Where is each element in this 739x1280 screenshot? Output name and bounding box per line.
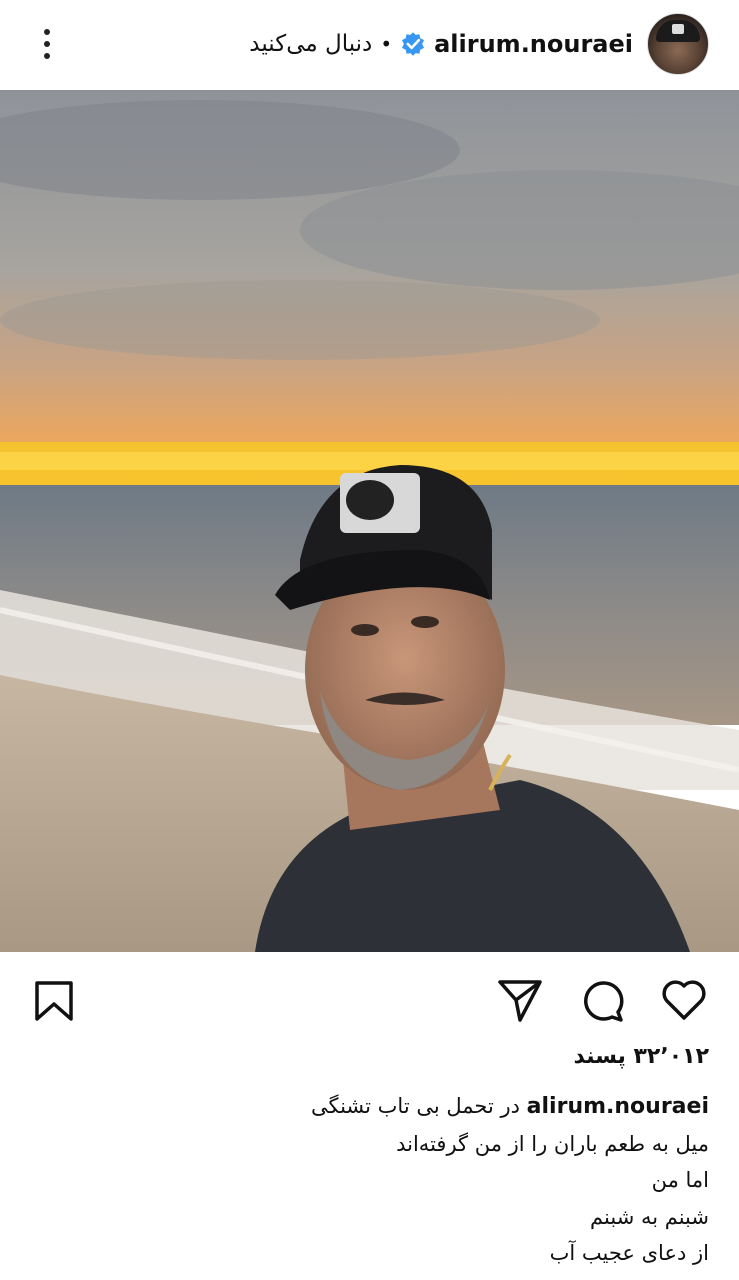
- send-icon: [498, 980, 542, 1022]
- caption-line: اما من: [651, 1168, 709, 1192]
- user-block: دنبال می‌کنید • alirum.nouraei: [249, 13, 709, 75]
- more-dot-icon: [44, 29, 50, 35]
- post-image[interactable]: [0, 90, 739, 952]
- verified-badge-icon: [402, 32, 425, 56]
- comment-icon: [584, 981, 624, 1022]
- more-dot-icon: [44, 41, 50, 47]
- like-button[interactable]: [658, 974, 710, 1026]
- share-button[interactable]: [494, 974, 546, 1026]
- more-dot-icon: [44, 53, 50, 59]
- post-caption: alirum.nouraei در تحمل بی تاب تشنگی میل …: [19, 1088, 709, 1272]
- like-count[interactable]: ۳۲٬۰۱۲ پسند: [574, 1044, 710, 1069]
- heart-icon: [662, 980, 706, 1020]
- more-options-button[interactable]: [32, 24, 62, 64]
- bookmark-icon: [35, 981, 73, 1021]
- post-header: دنبال می‌کنید • alirum.nouraei: [0, 0, 739, 88]
- save-button[interactable]: [28, 974, 80, 1026]
- header-name-line: دنبال می‌کنید • alirum.nouraei: [249, 30, 633, 58]
- caption-line: میل به طعم باران را از من گرفته‌اند: [396, 1131, 709, 1156]
- follow-status[interactable]: دنبال می‌کنید: [249, 31, 372, 57]
- action-bar: [0, 960, 739, 1040]
- caption-line: شبنم به شبنم: [590, 1204, 709, 1229]
- beach-selfie-photo: [0, 90, 739, 952]
- username-link[interactable]: alirum.nouraei: [434, 30, 633, 58]
- avatar-cap-logo: [672, 24, 684, 34]
- caption-username[interactable]: alirum.nouraei: [527, 1094, 709, 1119]
- caption-line: از دعای عجیب آب: [549, 1241, 709, 1265]
- caption-line: alirum.nouraei در تحمل بی تاب تشنگی: [19, 1088, 709, 1126]
- avatar[interactable]: [647, 13, 709, 75]
- caption-text: در تحمل بی تاب تشنگی: [310, 1094, 520, 1118]
- comment-button[interactable]: [576, 974, 628, 1026]
- separator-dot: •: [380, 32, 393, 56]
